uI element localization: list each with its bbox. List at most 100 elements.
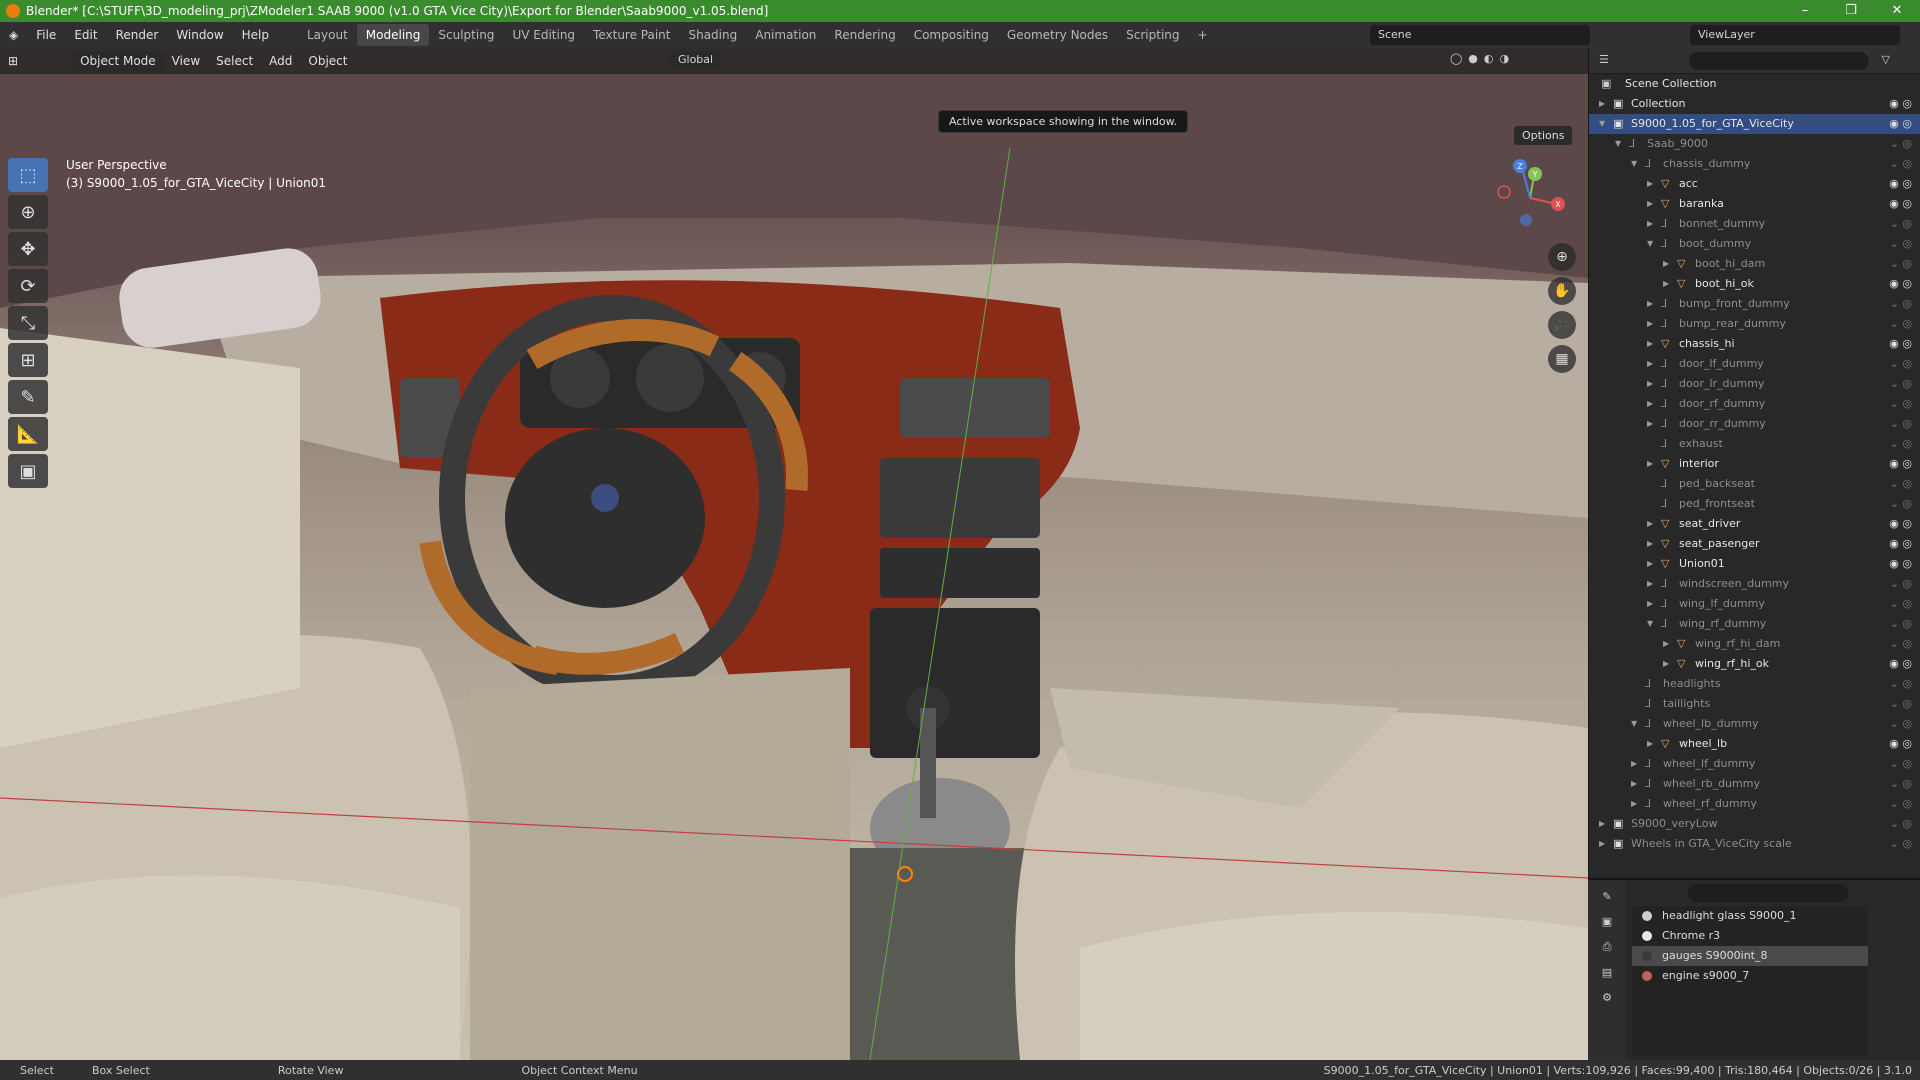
menu-render[interactable]: Render <box>107 28 168 42</box>
chevron-right-icon[interactable]: ▶ <box>1647 214 1653 234</box>
visibility-toggle-icon[interactable]: ⌄ ◎ <box>1890 794 1912 814</box>
chevron-right-icon[interactable]: ▶ <box>1647 594 1653 614</box>
visibility-toggle-icon[interactable]: ◉ ◎ <box>1889 554 1912 574</box>
outliner-item[interactable]: ▼ ⅃ Saab_9000 ⌄ ◎ <box>1589 134 1920 154</box>
outliner-item[interactable]: ▶ ▽ acc ◉ ◎ <box>1589 174 1920 194</box>
outliner-item[interactable]: ⅃ taillights ⌄ ◎ <box>1589 694 1920 714</box>
outliner-item[interactable]: ▼ ⅃ boot_dummy ⌄ ◎ <box>1589 234 1920 254</box>
transform-tool-icon[interactable]: ⊞ <box>8 343 48 377</box>
visibility-toggle-icon[interactable]: ⌄ ◎ <box>1890 834 1912 854</box>
measure-tool-icon[interactable]: 📐 <box>8 417 48 451</box>
outliner-item[interactable]: ▼ ▣ S9000_1.05_for_GTA_ViceCity ◉ ◎ <box>1589 114 1920 134</box>
visibility-toggle-icon[interactable]: ⌄ ◎ <box>1890 374 1912 394</box>
pan-hand-icon[interactable]: ✋ <box>1548 277 1576 305</box>
visibility-toggle-icon[interactable]: ◉ ◎ <box>1889 114 1912 134</box>
add-cube-tool-icon[interactable]: ▣ <box>8 454 48 488</box>
zoom-icon[interactable]: ⊕ <box>1548 243 1576 271</box>
outliner-item[interactable]: ▶ ▽ baranka ◉ ◎ <box>1589 194 1920 214</box>
chevron-right-icon[interactable]: ▶ <box>1647 174 1653 194</box>
visibility-toggle-icon[interactable]: ⌄ ◎ <box>1890 714 1912 734</box>
visibility-toggle-icon[interactable]: ⌄ ◎ <box>1890 674 1912 694</box>
outliner-item[interactable]: ⅃ headlights ⌄ ◎ <box>1589 674 1920 694</box>
chevron-right-icon[interactable]: ▶ <box>1631 794 1637 814</box>
outliner-display-mode-icon[interactable]: ☰ <box>1599 53 1609 66</box>
visibility-toggle-icon[interactable]: ◉ ◎ <box>1889 194 1912 214</box>
outliner-item[interactable]: ▶ ⅃ door_rf_dummy ⌄ ◎ <box>1589 394 1920 414</box>
outliner-search-input[interactable] <box>1689 52 1869 70</box>
transform-orientation-dropdown[interactable]: Global <box>670 51 722 68</box>
menu-window[interactable]: Window <box>167 28 232 42</box>
view-layer-selector[interactable]: ViewLayer <box>1690 25 1900 45</box>
outliner-item[interactable]: ▶ ▣ Collection ◉ ◎ <box>1589 94 1920 114</box>
visibility-toggle-icon[interactable]: ⌄ ◎ <box>1890 354 1912 374</box>
tab-shading[interactable]: Shading <box>679 24 746 46</box>
menu-select[interactable]: Select <box>208 51 261 71</box>
chevron-right-icon[interactable]: ▶ <box>1647 554 1653 574</box>
visibility-toggle-icon[interactable]: ⌄ ◎ <box>1890 754 1912 774</box>
visibility-toggle-icon[interactable]: ⌄ ◎ <box>1890 314 1912 334</box>
outliner-item[interactable]: ▶ ⅃ wing_lf_dummy ⌄ ◎ <box>1589 594 1920 614</box>
chevron-right-icon[interactable]: ▶ <box>1663 254 1669 274</box>
chevron-right-icon[interactable]: ▶ <box>1647 334 1653 354</box>
visibility-toggle-icon[interactable]: ⌄ ◎ <box>1890 294 1912 314</box>
rotate-tool-icon[interactable]: ⟳ <box>8 269 48 303</box>
chevron-down-icon[interactable]: ▼ <box>1599 114 1605 134</box>
material-search-input[interactable] <box>1688 884 1848 902</box>
chevron-right-icon[interactable]: ▶ <box>1647 314 1653 334</box>
chevron-right-icon[interactable]: ▶ <box>1647 734 1653 754</box>
visibility-toggle-icon[interactable]: ⌄ ◎ <box>1890 234 1912 254</box>
visibility-toggle-icon[interactable]: ⌄ ◎ <box>1890 494 1912 514</box>
add-workspace-icon[interactable]: + <box>1189 24 1217 46</box>
maximize-icon[interactable]: ❐ <box>1828 0 1874 22</box>
chevron-down-icon[interactable]: ▼ <box>1647 234 1653 254</box>
outliner-item[interactable]: ▶ ▽ interior ◉ ◎ <box>1589 454 1920 474</box>
tab-sculpting[interactable]: Sculpting <box>429 24 503 46</box>
visibility-toggle-icon[interactable]: ⌄ ◎ <box>1890 574 1912 594</box>
chevron-down-icon[interactable]: ▼ <box>1647 614 1653 634</box>
tab-layout[interactable]: Layout <box>298 24 357 46</box>
chevron-right-icon[interactable]: ▶ <box>1631 774 1637 794</box>
outliner-item[interactable]: ⅃ ped_frontseat ⌄ ◎ <box>1589 494 1920 514</box>
scene-selector[interactable]: Scene <box>1370 25 1590 45</box>
tab-texture-paint[interactable]: Texture Paint <box>584 24 679 46</box>
chevron-right-icon[interactable]: ▶ <box>1647 194 1653 214</box>
visibility-toggle-icon[interactable]: ◉ ◎ <box>1889 654 1912 674</box>
outliner-item[interactable]: ▶ ▽ boot_hi_dam ⌄ ◎ <box>1589 254 1920 274</box>
chevron-right-icon[interactable]: ▶ <box>1647 514 1653 534</box>
outliner-item[interactable]: ▶ ⅃ wheel_rb_dummy ⌄ ◎ <box>1589 774 1920 794</box>
menu-object[interactable]: Object <box>300 51 355 71</box>
output-tab-icon[interactable]: ⎙ <box>1603 940 1612 954</box>
filter-icon[interactable]: ▽ <box>1882 53 1890 66</box>
outliner-item[interactable]: ▶ ⅃ wheel_rf_dummy ⌄ ◎ <box>1589 794 1920 814</box>
select-box-tool-icon[interactable]: ⬚ <box>8 158 48 192</box>
navigation-gizmo[interactable]: X Y Z <box>1490 158 1570 238</box>
scene-tab-icon[interactable]: ⚙ <box>1602 991 1612 1004</box>
visibility-toggle-icon[interactable]: ◉ ◎ <box>1889 174 1912 194</box>
visibility-toggle-icon[interactable]: ⌄ ◎ <box>1890 474 1912 494</box>
3d-viewport[interactable]: ⊞ Object Mode View Select Add Object Glo… <box>0 48 1588 1060</box>
tab-modeling[interactable]: Modeling <box>356 24 430 46</box>
menu-help[interactable]: Help <box>233 28 278 42</box>
chevron-right-icon[interactable]: ▶ <box>1647 374 1653 394</box>
chevron-right-icon[interactable]: ▶ <box>1647 534 1653 554</box>
visibility-toggle-icon[interactable]: ⌄ ◎ <box>1890 434 1912 454</box>
outliner-item[interactable]: ▼ ⅃ wing_rf_dummy ⌄ ◎ <box>1589 614 1920 634</box>
material-slot[interactable]: engine s9000_7 <box>1632 966 1868 986</box>
chevron-down-icon[interactable]: ▼ <box>1615 134 1621 154</box>
visibility-toggle-icon[interactable]: ⌄ ◎ <box>1890 214 1912 234</box>
visibility-toggle-icon[interactable]: ⌄ ◎ <box>1890 814 1912 834</box>
outliner-item[interactable]: ▶ ⅃ door_lf_dummy ⌄ ◎ <box>1589 354 1920 374</box>
options-dropdown[interactable]: Options <box>1514 126 1573 145</box>
menu-file[interactable]: File <box>27 28 65 42</box>
outliner-item[interactable]: ▶ ⅃ bump_front_dummy ⌄ ◎ <box>1589 294 1920 314</box>
outliner-item[interactable]: ▶ ▣ Wheels in GTA_ViceCity scale ⌄ ◎ <box>1589 834 1920 854</box>
annotate-tool-icon[interactable]: ✎ <box>8 380 48 414</box>
visibility-toggle-icon[interactable]: ⌄ ◎ <box>1890 154 1912 174</box>
tab-geometry-nodes[interactable]: Geometry Nodes <box>998 24 1117 46</box>
scale-tool-icon[interactable]: ⤡ <box>8 306 48 340</box>
chevron-right-icon[interactable]: ▶ <box>1647 574 1653 594</box>
neg-z-handle[interactable] <box>1520 214 1532 226</box>
outliner-item[interactable]: ▶ ▽ wing_rf_hi_ok ◉ ◎ <box>1589 654 1920 674</box>
outliner-item[interactable]: ▶ ▽ seat_driver ◉ ◎ <box>1589 514 1920 534</box>
outliner-item[interactable]: ▶ ⅃ door_lr_dummy ⌄ ◎ <box>1589 374 1920 394</box>
